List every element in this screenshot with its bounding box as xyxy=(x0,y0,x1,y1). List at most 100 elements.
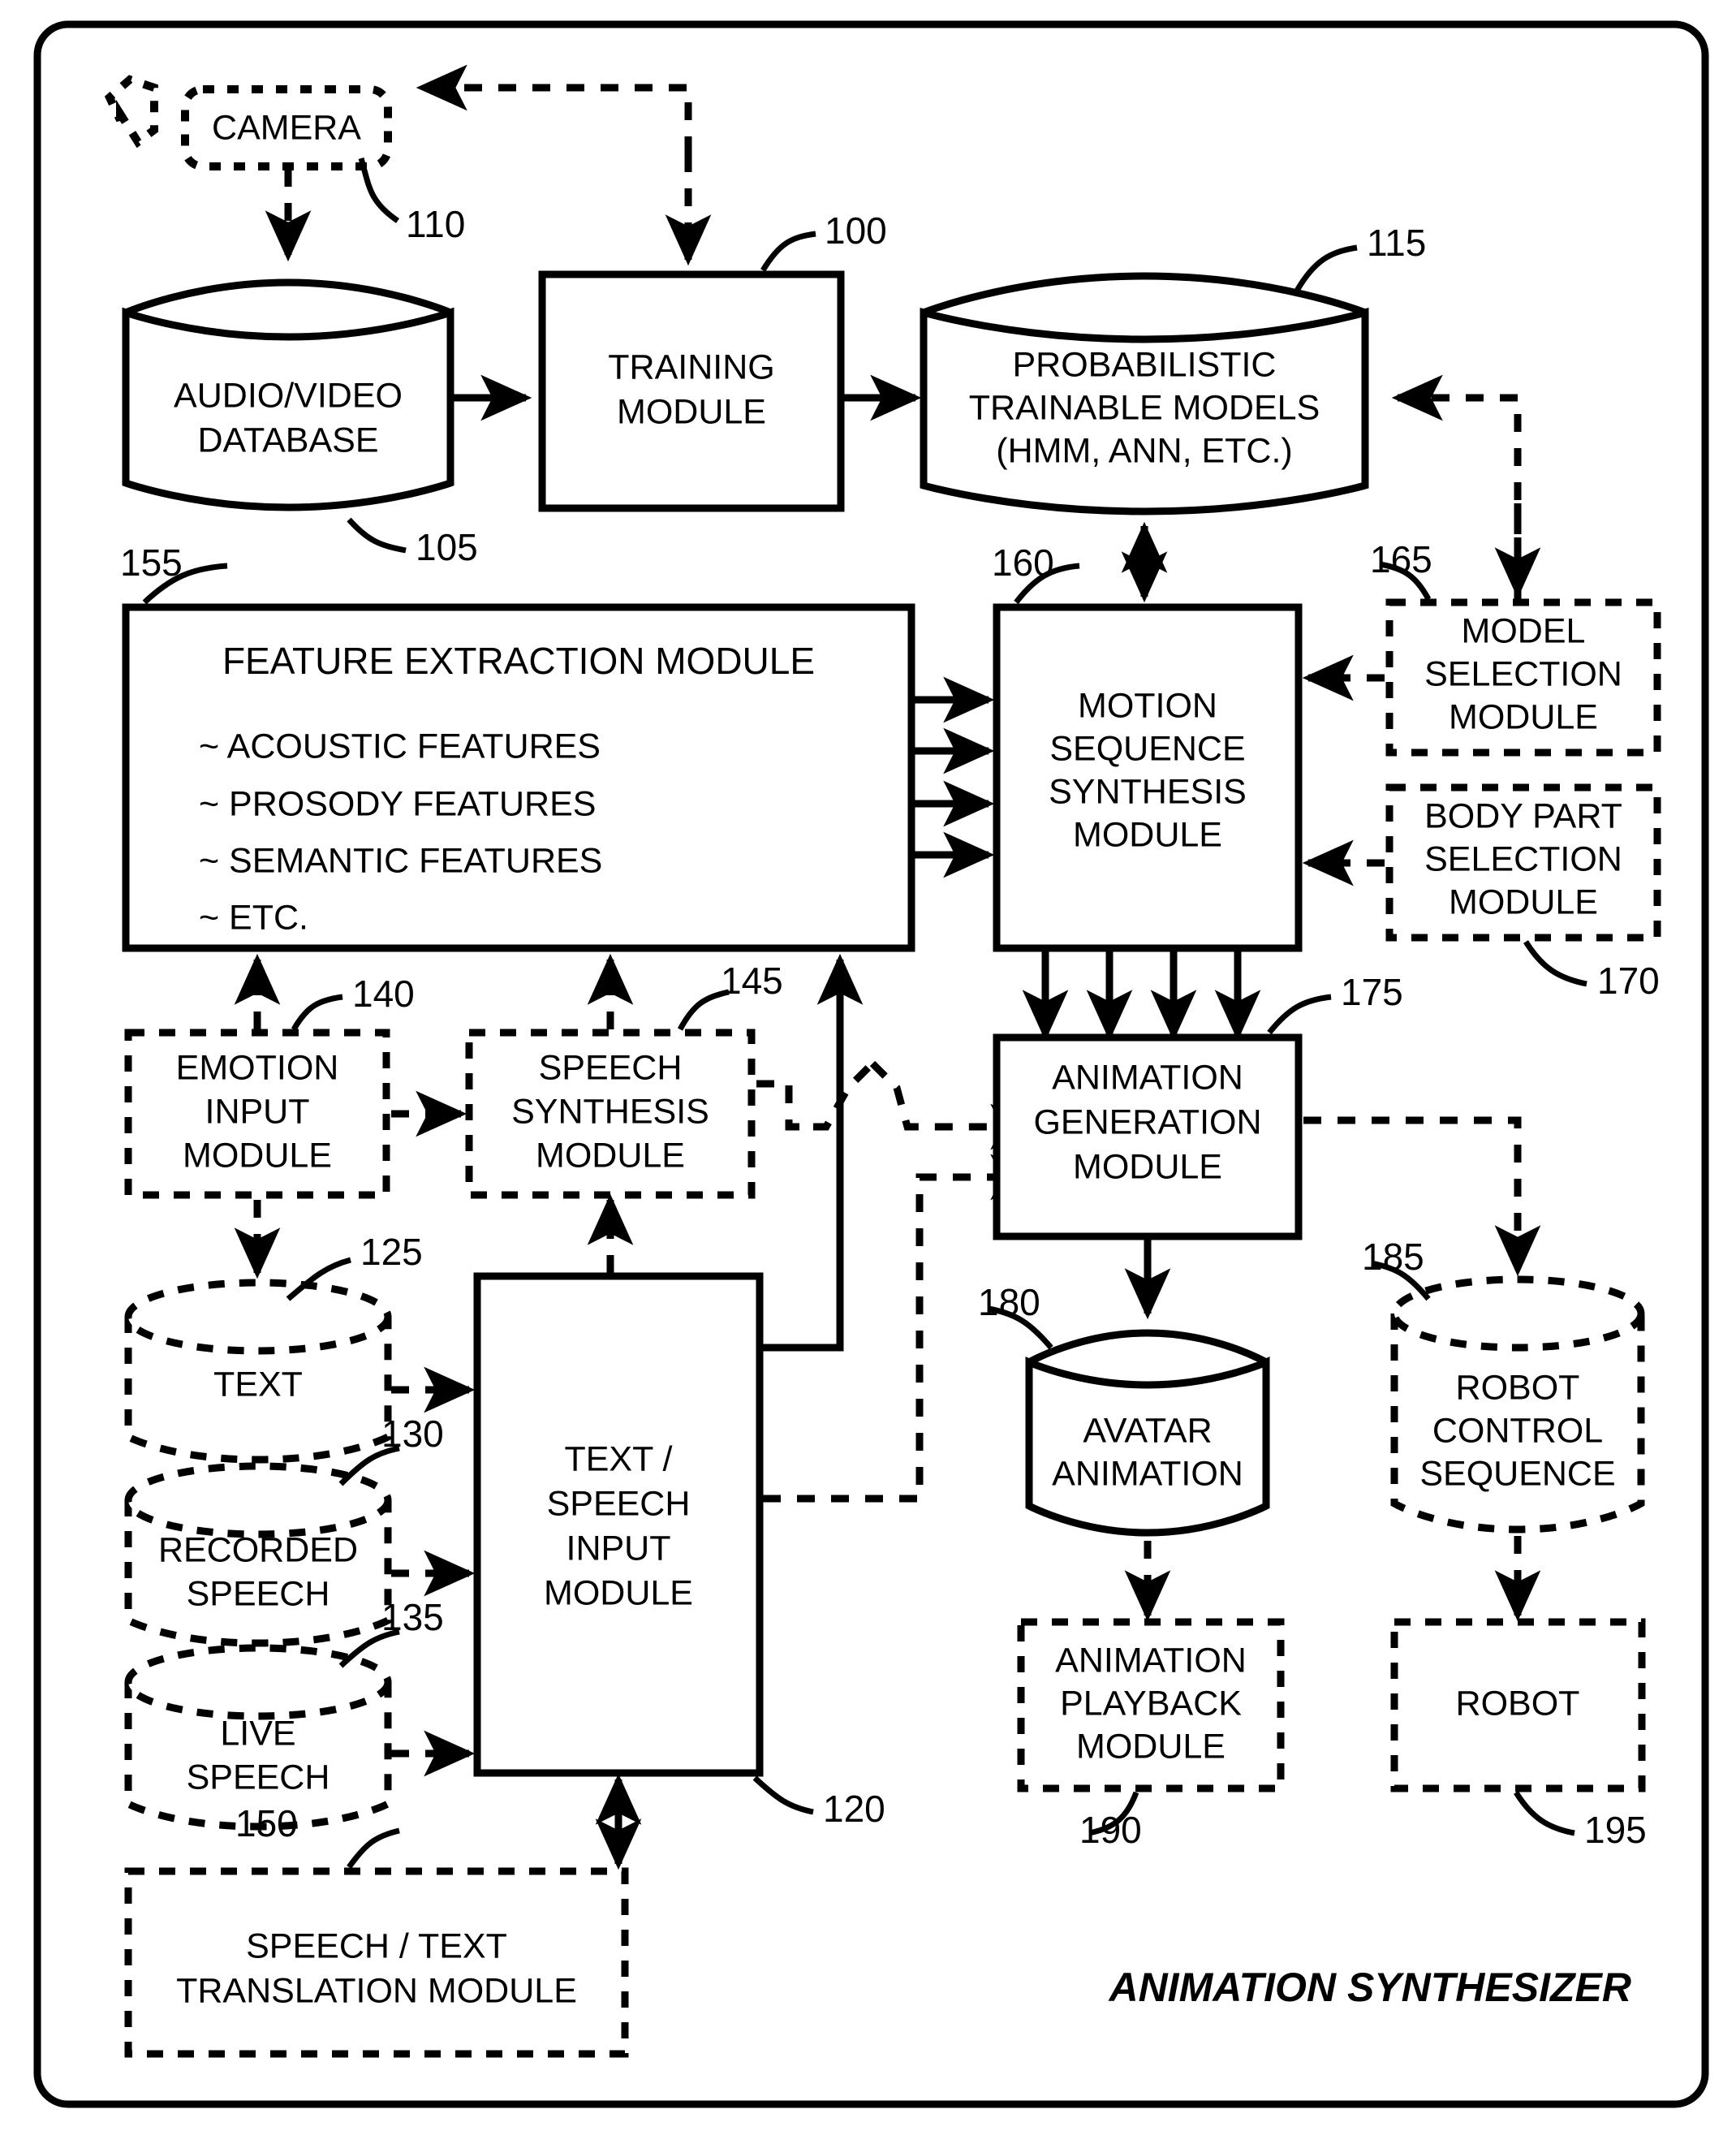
block-animation-playback-module[interactable]: ANIMATION PLAYBACK MODULE xyxy=(1017,1618,1285,1792)
robot-control-top xyxy=(1390,1275,1645,1352)
ref-175: 175 xyxy=(1341,971,1403,1013)
lead-100 xyxy=(760,231,816,272)
translation-label-1: SPEECH / TEXT xyxy=(246,1926,507,1965)
ref-135: 135 xyxy=(381,1596,444,1638)
ref-160: 160 xyxy=(992,541,1054,584)
body-part-label-1: BODY PART xyxy=(1424,796,1622,835)
motion-sequence-label-2: SEQUENCE xyxy=(1049,729,1245,768)
probabilistic-models-label-1: PROBABILISTIC xyxy=(1013,345,1277,384)
text-speech-input-label-1: TEXT / xyxy=(564,1439,672,1478)
probabilistic-models-label-3: (HMM, ANN, ETC.) xyxy=(996,431,1292,470)
training-module-box[interactable] xyxy=(538,270,845,512)
speech-synthesis-label-3: MODULE xyxy=(536,1136,685,1175)
ref-155: 155 xyxy=(120,541,183,584)
camera-label: CAMERA xyxy=(212,108,361,147)
block-text-speech-input-module[interactable]: TEXT / SPEECH INPUT MODULE xyxy=(473,1272,764,1777)
text-store-label: TEXT xyxy=(213,1365,303,1404)
text-speech-input-label-2: SPEECH xyxy=(547,1484,691,1523)
ref-190: 190 xyxy=(1079,1809,1142,1851)
figure-canvas: CAMERA 110 AUDIO/VIDEO DATABASE 105 TRAI… xyxy=(0,0,1736,2131)
speech-synthesis-label-1: SPEECH xyxy=(539,1048,683,1087)
edge-speech-synth-right-out xyxy=(756,1080,813,1131)
text-speech-input-label-4: MODULE xyxy=(544,1573,693,1612)
text-speech-input-label-3: INPUT xyxy=(566,1529,671,1568)
ref-180: 180 xyxy=(978,1281,1040,1323)
block-recorded-speech[interactable]: RECORDED SPEECH xyxy=(124,1462,392,1647)
emotion-input-label-3: MODULE xyxy=(183,1136,332,1175)
animation-playback-label-2: PLAYBACK xyxy=(1060,1684,1242,1723)
audio-video-database-label-1: AUDIO/VIDEO xyxy=(174,376,403,415)
body-part-label-3: MODULE xyxy=(1449,882,1598,921)
emotion-input-label-1: EMOTION xyxy=(176,1048,339,1087)
motion-sequence-label-4: MODULE xyxy=(1073,815,1222,854)
ref-110: 110 xyxy=(406,203,465,245)
lead-140 xyxy=(291,994,343,1031)
block-body-part-selection-module[interactable]: BODY PART SELECTION MODULE xyxy=(1385,783,1661,942)
emotion-input-label-2: INPUT xyxy=(205,1092,310,1131)
block-probabilistic-models[interactable]: PROBABILISTIC TRAINABLE MODELS (HMM, ANN… xyxy=(920,272,1369,515)
lead-195 xyxy=(1514,1791,1575,1836)
probabilistic-models-top xyxy=(922,272,1367,317)
block-audio-video-database[interactable]: AUDIO/VIDEO DATABASE xyxy=(122,278,454,511)
lead-170 xyxy=(1523,940,1587,987)
animation-playback-label-1: ANIMATION xyxy=(1055,1641,1247,1680)
feature-extraction-bullet-1: ~ ACOUSTIC FEATURES xyxy=(199,727,601,766)
lead-105 xyxy=(347,517,407,554)
block-animation-generation-module[interactable]: ANIMATION GENERATION MODULE xyxy=(993,1033,1303,1240)
animation-playback-label-3: MODULE xyxy=(1076,1727,1226,1766)
avatar-animation-top xyxy=(1027,1329,1269,1365)
block-diagram: CAMERA 110 AUDIO/VIDEO DATABASE 105 TRAI… xyxy=(33,20,1709,2108)
block-motion-sequence-synthesis[interactable]: MOTION SEQUENCE SYNTHESIS MODULE xyxy=(993,603,1303,952)
ref-185: 185 xyxy=(1362,1236,1424,1278)
translation-label-2: TRANSLATION MODULE xyxy=(176,1971,577,2010)
text-store-top xyxy=(124,1279,392,1355)
block-live-speech[interactable]: LIVE SPEECH xyxy=(124,1644,392,1831)
block-speech-synthesis-module[interactable]: SPEECH SYNTHESIS MODULE xyxy=(465,1029,756,1199)
motion-sequence-label-3: SYNTHESIS xyxy=(1049,772,1247,811)
block-robot-control-sequence[interactable]: ROBOT CONTROL SEQUENCE xyxy=(1390,1275,1645,1534)
block-emotion-input-module[interactable]: EMOTION INPUT MODULE xyxy=(124,1029,390,1199)
block-training-module[interactable]: TRAINING MODULE xyxy=(538,270,845,512)
edge-input-module-to-features xyxy=(763,953,864,1352)
ref-130: 130 xyxy=(381,1413,444,1455)
ref-165: 165 xyxy=(1370,538,1432,580)
feature-extraction-bullet-4: ~ ETC. xyxy=(199,898,308,937)
animation-generation-label-3: MODULE xyxy=(1073,1147,1222,1186)
block-translation-module[interactable]: SPEECH / TEXT TRANSLATION MODULE xyxy=(124,1867,629,2058)
ref-105: 105 xyxy=(416,526,478,568)
recorded-speech-label-2: SPEECH xyxy=(187,1574,330,1613)
ref-195: 195 xyxy=(1584,1809,1647,1851)
figure-title: ANIMATION SYNTHESIZER xyxy=(1107,1965,1631,2010)
motion-sequence-label-1: MOTION xyxy=(1078,686,1217,725)
ref-100: 100 xyxy=(825,209,887,252)
recorded-speech-label-1: RECORDED xyxy=(158,1530,358,1569)
training-module-label-2: MODULE xyxy=(617,392,766,431)
block-text-store[interactable]: TEXT xyxy=(124,1279,392,1464)
animation-generation-label-2: GENERATION xyxy=(1033,1102,1261,1141)
training-module-label-1: TRAINING xyxy=(608,347,774,386)
lead-175 xyxy=(1267,994,1332,1035)
block-camera[interactable]: CAMERA xyxy=(104,75,392,170)
speech-synthesis-label-2: SYNTHESIS xyxy=(511,1092,709,1131)
block-feature-extraction-module[interactable]: FEATURE EXTRACTION MODULE ~ ACOUSTIC FEA… xyxy=(122,603,915,952)
probabilistic-models-label-2: TRAINABLE MODELS xyxy=(969,388,1320,427)
camera-lens-icon xyxy=(104,75,158,149)
audio-video-database-label-2: DATABASE xyxy=(197,421,378,459)
avatar-animation-label-1: AVATAR xyxy=(1083,1411,1212,1450)
model-selection-label-2: SELECTION xyxy=(1424,654,1622,693)
feature-extraction-bullet-2: ~ PROSODY FEATURES xyxy=(199,784,596,823)
ref-150: 150 xyxy=(235,1802,298,1844)
edge-feedback-to-camera xyxy=(416,64,692,154)
animation-generation-label-1: ANIMATION xyxy=(1052,1058,1243,1097)
text-speech-input-box[interactable] xyxy=(473,1272,764,1777)
avatar-animation-label-2: ANIMATION xyxy=(1052,1454,1243,1493)
ref-115: 115 xyxy=(1367,222,1426,264)
model-selection-label-3: MODULE xyxy=(1449,697,1598,736)
body-part-label-2: SELECTION xyxy=(1424,839,1622,878)
live-speech-label-2: SPEECH xyxy=(187,1758,330,1797)
block-avatar-animation[interactable]: AVATAR ANIMATION xyxy=(1025,1329,1270,1537)
ref-120: 120 xyxy=(823,1788,885,1830)
block-model-selection-module[interactable]: MODEL SELECTION MODULE xyxy=(1385,598,1661,757)
block-robot[interactable]: ROBOT xyxy=(1390,1618,1646,1792)
robot-control-label-2: CONTROL xyxy=(1432,1411,1603,1450)
